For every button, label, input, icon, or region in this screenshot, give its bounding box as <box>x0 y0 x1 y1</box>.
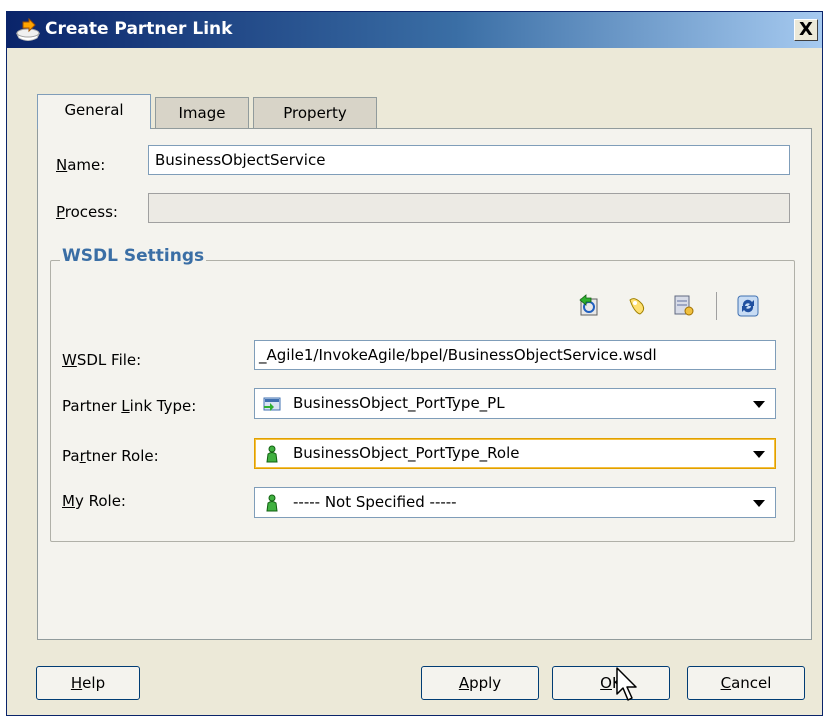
partner-role-label: Partner Role: <box>62 447 159 465</box>
dialog-title: Create Partner Link <box>45 19 233 39</box>
chevron-down-icon[interactable] <box>753 500 765 507</box>
service-explorer-icon[interactable] <box>578 294 602 318</box>
chevron-down-icon[interactable] <box>753 451 765 458</box>
process-label: Process: <box>56 203 118 221</box>
tab-label: Property <box>283 104 347 122</box>
partner-link-icon <box>15 18 41 41</box>
tab-property[interactable]: Property <box>253 97 377 129</box>
toolbar-separator <box>716 292 717 320</box>
edit-wsdl-icon[interactable] <box>672 294 696 318</box>
wsdl-file-input[interactable]: _Agile1/InvokeAgile/bpel/BusinessObjectS… <box>254 340 776 370</box>
role-icon <box>266 445 278 463</box>
partner-link-type-label: Partner Link Type: <box>62 397 197 415</box>
mouse-cursor-icon <box>616 667 637 701</box>
apply-button[interactable]: Apply <box>421 666 539 700</box>
selected-value: BusinessObject_PortType_PL <box>293 394 505 412</box>
refresh-icon[interactable] <box>736 294 760 318</box>
tab-label: Image <box>178 104 226 122</box>
process-input <box>148 193 790 223</box>
selected-value: ----- Not Specified ----- <box>293 493 457 511</box>
wsdl-settings-title: WSDL Settings <box>60 246 207 266</box>
tab-label: General <box>64 101 124 119</box>
my-role-select[interactable]: ----- Not Specified ----- <box>254 487 776 518</box>
name-label: Name: <box>56 156 106 174</box>
title-bar[interactable]: Create Partner Link X <box>7 12 822 48</box>
define-adapter-icon[interactable] <box>626 294 650 318</box>
close-button[interactable]: X <box>794 19 818 41</box>
tab-general[interactable]: General <box>37 94 151 129</box>
help-button[interactable]: Help <box>36 666 140 700</box>
partner-link-type-select[interactable]: BusinessObject_PortType_PL <box>254 388 776 419</box>
ok-button[interactable]: OK <box>552 666 670 700</box>
name-input[interactable]: BusinessObjectService <box>148 145 790 175</box>
port-type-icon <box>263 397 281 411</box>
partner-role-select[interactable]: BusinessObject_PortType_Role <box>254 438 776 469</box>
selected-value: BusinessObject_PortType_Role <box>293 444 520 462</box>
role-icon <box>266 494 278 512</box>
chevron-down-icon[interactable] <box>753 401 765 408</box>
my-role-label: My Role: <box>62 492 126 510</box>
tab-image[interactable]: Image <box>155 97 249 129</box>
wsdl-file-label: WSDL File: <box>62 351 142 369</box>
cancel-button[interactable]: Cancel <box>687 666 805 700</box>
